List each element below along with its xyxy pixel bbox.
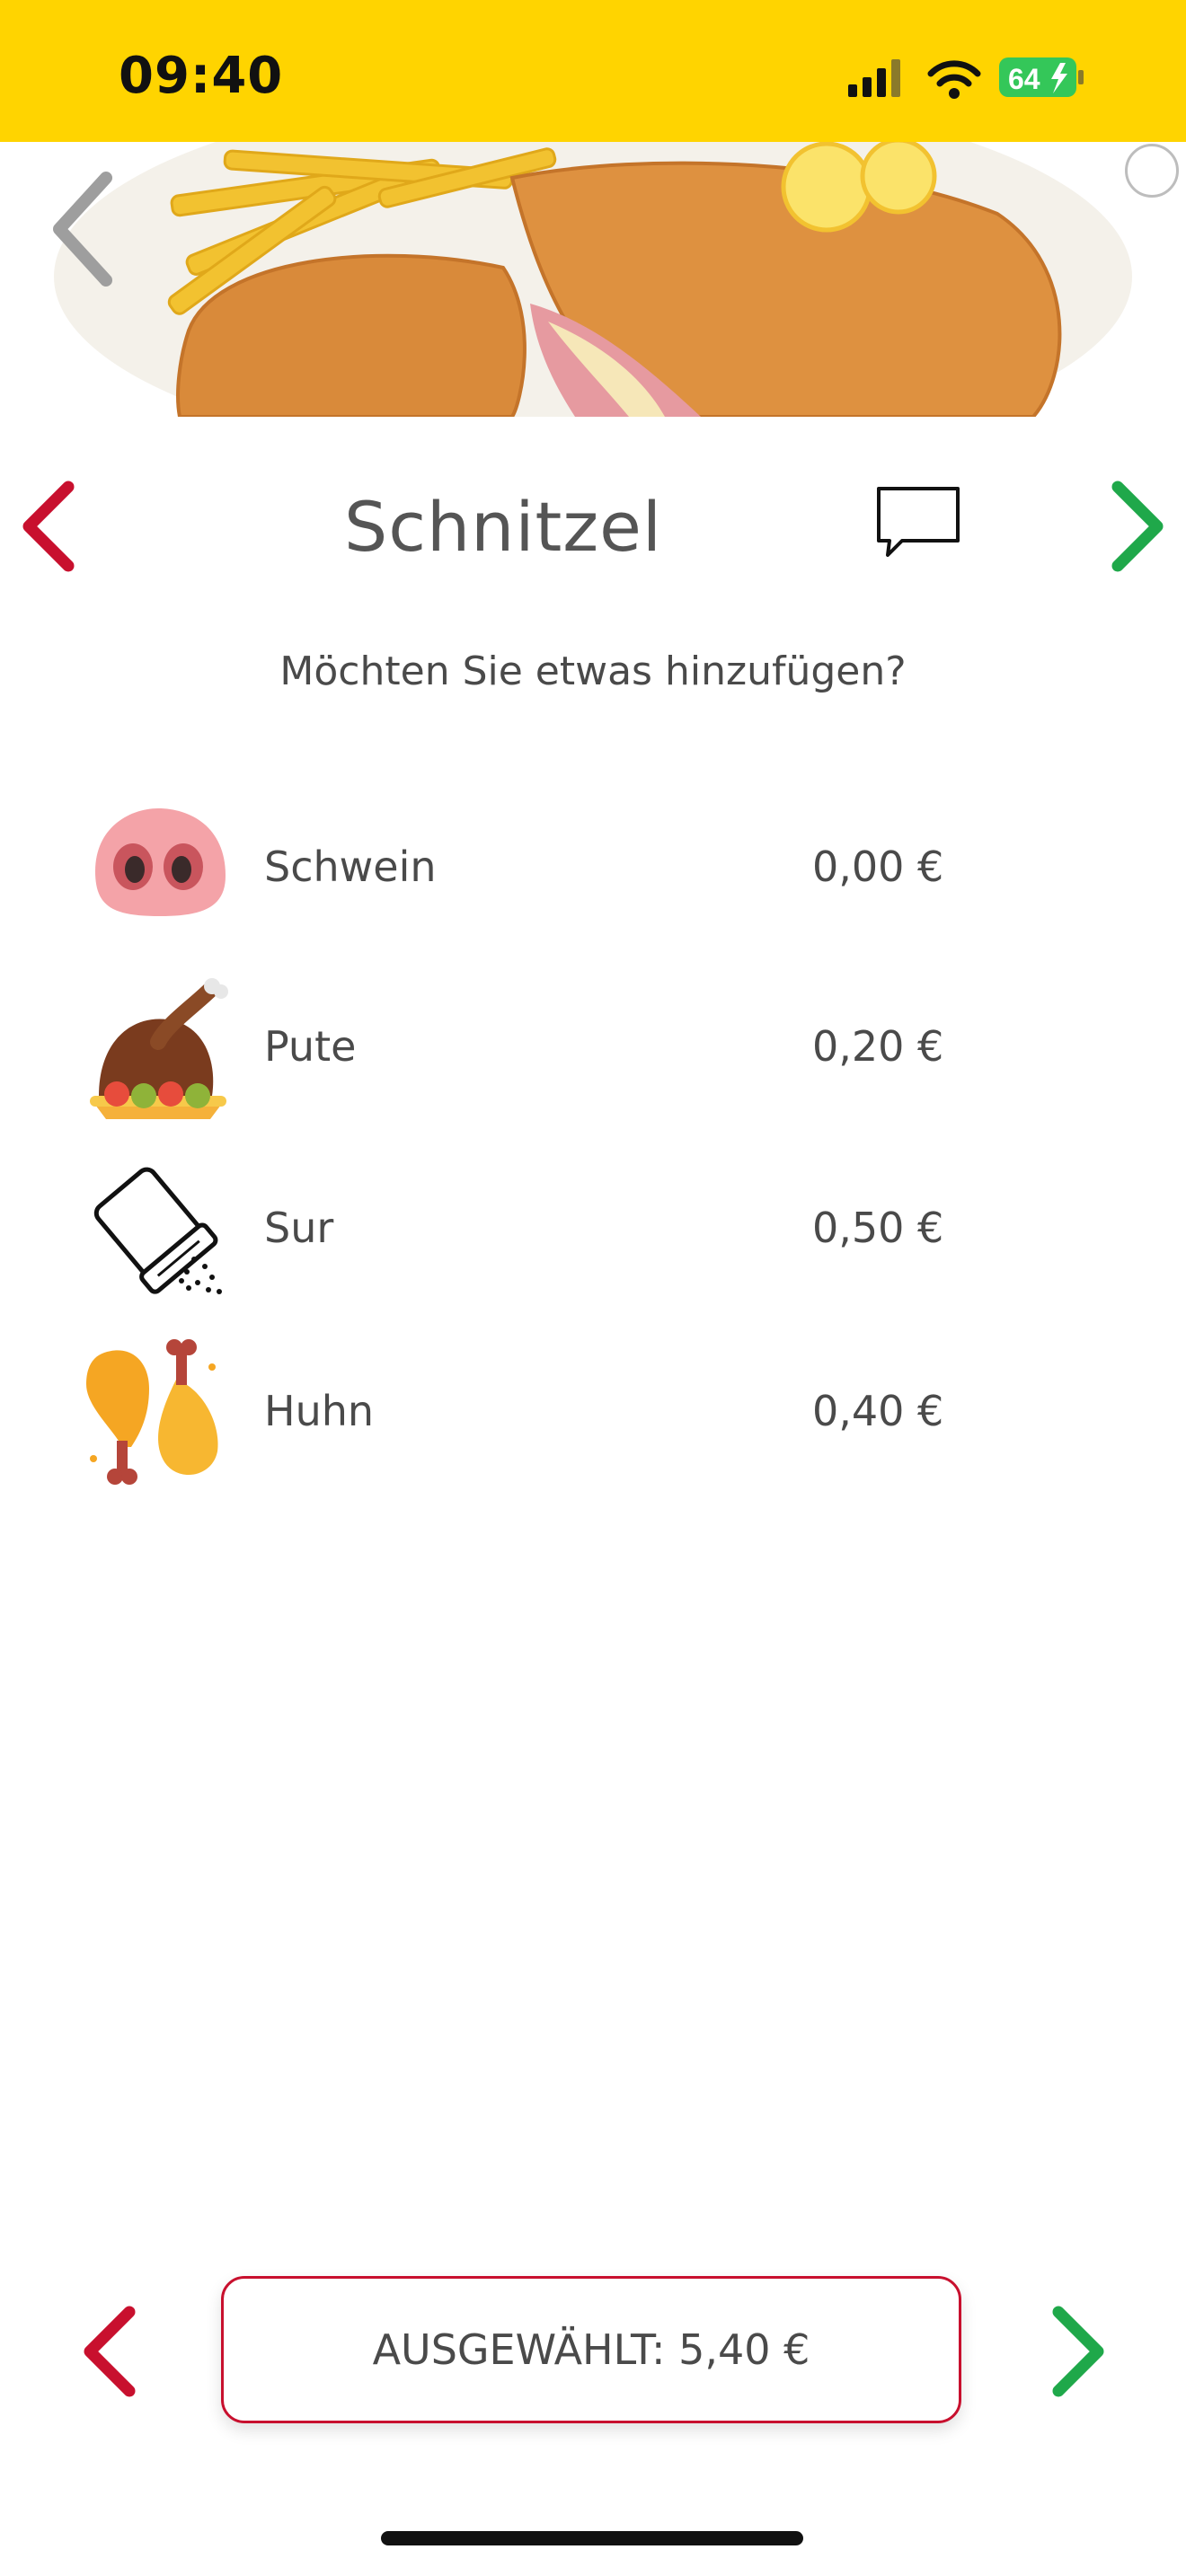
option-name: Pute [264,1022,357,1071]
comment-bubble-icon[interactable] [873,483,963,560]
status-time: 09:40 [119,47,284,105]
status-icons: 64 [848,57,1084,99]
add-options-prompt: Möchten Sie etwas hinzufügen? [279,648,907,694]
option-price: 0,40 € [812,1387,944,1435]
pig-snout-icon [95,808,226,916]
option-name: Schwein [264,842,437,891]
footer-bar: AUSGEWÄHLT: 5,40 € [0,2272,1186,2434]
salt-shaker-icon [93,1167,222,1294]
page-title: Schnitzel [343,487,663,567]
option-row-huhn[interactable]: Huhn 0,40 € [0,1335,1186,1496]
back-chevron-icon[interactable] [47,171,119,287]
option-price: 0,50 € [812,1204,944,1252]
product-image [0,142,1186,417]
roast-turkey-icon [90,978,228,1119]
battery-icon: 64 [999,57,1084,97]
previous-product-arrow-icon[interactable] [16,480,79,573]
close-circle-button[interactable] [1125,144,1179,198]
status-bar: 09:40 64 [0,0,1186,142]
schnitzel-photo [54,142,1132,417]
footer-previous-arrow-icon[interactable] [77,2305,140,2398]
title-row: Schnitzel [0,449,1186,602]
wifi-icon [927,60,981,99]
option-row-schwein[interactable]: Schwein 0,00 € [0,790,1186,952]
option-price: 0,00 € [812,842,944,891]
option-name: Huhn [264,1387,375,1435]
option-name: Sur [264,1204,334,1252]
option-price: 0,20 € [812,1022,944,1071]
option-row-pute[interactable]: Pute 0,20 € [0,970,1186,1132]
selected-total-button[interactable]: AUSGEWÄHLT: 5,40 € [221,2276,961,2423]
footer-next-arrow-icon[interactable] [1048,2305,1111,2398]
option-row-sur[interactable]: Sur 0,50 € [0,1151,1186,1313]
home-indicator[interactable] [381,2531,803,2545]
signal-icon [848,59,900,97]
chicken-drumstick-icon [86,1339,218,1485]
battery-level: 64 [1008,63,1040,95]
next-product-arrow-icon[interactable] [1107,480,1170,573]
